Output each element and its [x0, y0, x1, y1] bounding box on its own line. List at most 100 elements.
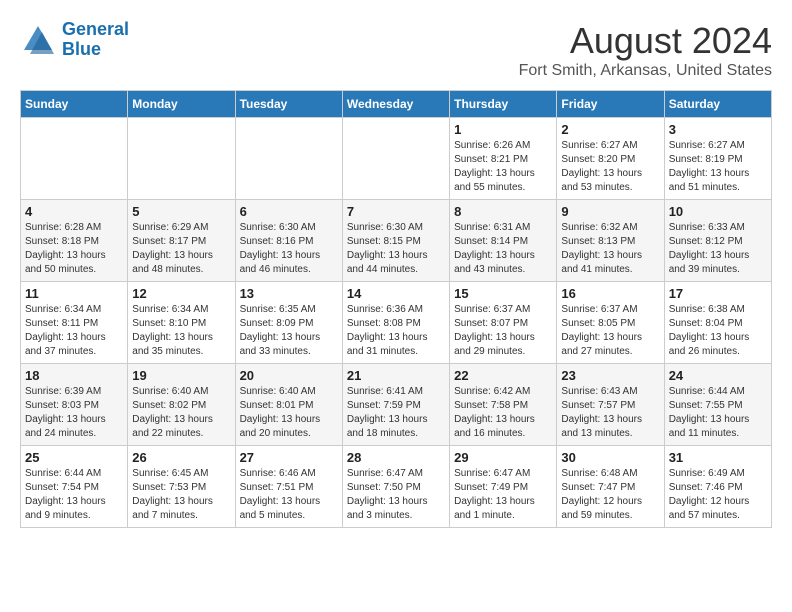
calendar-cell: 18Sunrise: 6:39 AM Sunset: 8:03 PM Dayli… — [21, 364, 128, 446]
day-info: Sunrise: 6:36 AM Sunset: 8:08 PM Dayligh… — [347, 303, 445, 359]
day-info: Sunrise: 6:43 AM Sunset: 7:57 PM Dayligh… — [561, 385, 659, 441]
day-info: Sunrise: 6:49 AM Sunset: 7:46 PM Dayligh… — [669, 467, 767, 523]
calendar-cell: 10 Sunrise: 6:33 AM Sunset: 8:12 PM Dayli… — [664, 200, 771, 282]
calendar-cell: 16 Sunrise: 6:37 AM Sunset: 8:05 PM Dayli… — [557, 282, 664, 364]
calendar-cell: 17 Sunrise: 6:38 AM Sunset: 8:04 PM Dayli… — [664, 282, 771, 364]
day-info: Sunrise: 6:47 AM Sunset: 7:49 PM Dayligh… — [454, 467, 552, 523]
day-info: Sunrise: 6:41 AM Sunset: 7:59 PM Dayligh… — [347, 385, 445, 441]
calendar-week-row: 18Sunrise: 6:39 AM Sunset: 8:03 PM Dayli… — [21, 364, 772, 446]
day-info: Sunrise: 6:45 AM Sunset: 7:53 PM Dayligh… — [132, 467, 230, 523]
day-info: Sunrise: 6:31 AM Sunset: 8:14 PM Dayligh… — [454, 221, 552, 277]
day-number: 30 — [561, 450, 659, 465]
day-info: Sunrise: 6:47 AM Sunset: 7:50 PM Dayligh… — [347, 467, 445, 523]
header-wednesday: Wednesday — [342, 91, 449, 118]
logo-line2: Blue — [62, 39, 101, 59]
day-number: 11 — [25, 286, 123, 301]
calendar-cell: 25Sunrise: 6:44 AM Sunset: 7:54 PM Dayli… — [21, 446, 128, 528]
day-number: 19 — [132, 368, 230, 383]
day-number: 2 — [561, 122, 659, 137]
logo-icon — [20, 22, 56, 58]
calendar-cell: 2 Sunrise: 6:27 AM Sunset: 8:20 PM Daylig… — [557, 118, 664, 200]
day-number: 16 — [561, 286, 659, 301]
calendar-cell: 26 Sunrise: 6:45 AM Sunset: 7:53 PM Dayli… — [128, 446, 235, 528]
day-info: Sunrise: 6:35 AM Sunset: 8:09 PM Dayligh… — [240, 303, 338, 359]
calendar-table: Sunday Monday Tuesday Wednesday Thursday… — [20, 90, 772, 528]
day-number: 21 — [347, 368, 445, 383]
calendar-subtitle: Fort Smith, Arkansas, United States — [519, 62, 772, 80]
day-info: Sunrise: 6:40 AM Sunset: 8:01 PM Dayligh… — [240, 385, 338, 441]
calendar-cell: 15Sunrise: 6:37 AM Sunset: 8:07 PM Dayli… — [450, 282, 557, 364]
day-info: Sunrise: 6:44 AM Sunset: 7:55 PM Dayligh… — [669, 385, 767, 441]
day-info: Sunrise: 6:38 AM Sunset: 8:04 PM Dayligh… — [669, 303, 767, 359]
day-number: 13 — [240, 286, 338, 301]
day-number: 29 — [454, 450, 552, 465]
day-info: Sunrise: 6:37 AM Sunset: 8:05 PM Dayligh… — [561, 303, 659, 359]
calendar-cell: 13 Sunrise: 6:35 AM Sunset: 8:09 PM Dayli… — [235, 282, 342, 364]
calendar-cell: 3 Sunrise: 6:27 AM Sunset: 8:19 PM Daylig… — [664, 118, 771, 200]
day-info: Sunrise: 6:27 AM Sunset: 8:19 PM Dayligh… — [669, 139, 767, 195]
day-number: 7 — [347, 204, 445, 219]
calendar-cell: 5 Sunrise: 6:29 AM Sunset: 8:17 PM Daylig… — [128, 200, 235, 282]
calendar-week-row: 25Sunrise: 6:44 AM Sunset: 7:54 PM Dayli… — [21, 446, 772, 528]
day-number: 12 — [132, 286, 230, 301]
day-number: 28 — [347, 450, 445, 465]
header-friday: Friday — [557, 91, 664, 118]
day-info: Sunrise: 6:27 AM Sunset: 8:20 PM Dayligh… — [561, 139, 659, 195]
day-info: Sunrise: 6:34 AM Sunset: 8:11 PM Dayligh… — [25, 303, 123, 359]
calendar-cell: 31 Sunrise: 6:49 AM Sunset: 7:46 PM Dayli… — [664, 446, 771, 528]
logo-line1: General — [62, 19, 129, 39]
day-number: 31 — [669, 450, 767, 465]
day-number: 10 — [669, 204, 767, 219]
header-saturday: Saturday — [664, 91, 771, 118]
logo-text: General Blue — [62, 20, 129, 60]
calendar-cell — [342, 118, 449, 200]
calendar-header-row: Sunday Monday Tuesday Wednesday Thursday… — [21, 91, 772, 118]
calendar-cell: 29 Sunrise: 6:47 AM Sunset: 7:49 PM Dayli… — [450, 446, 557, 528]
calendar-cell: 9Sunrise: 6:32 AM Sunset: 8:13 PM Daylig… — [557, 200, 664, 282]
header-monday: Monday — [128, 91, 235, 118]
day-number: 15 — [454, 286, 552, 301]
day-info: Sunrise: 6:29 AM Sunset: 8:17 PM Dayligh… — [132, 221, 230, 277]
day-number: 5 — [132, 204, 230, 219]
calendar-week-row: 11 Sunrise: 6:34 AM Sunset: 8:11 PM Dayli… — [21, 282, 772, 364]
header-sunday: Sunday — [21, 91, 128, 118]
day-number: 6 — [240, 204, 338, 219]
day-number: 26 — [132, 450, 230, 465]
calendar-cell: 27 Sunrise: 6:46 AM Sunset: 7:51 PM Dayli… — [235, 446, 342, 528]
day-info: Sunrise: 6:30 AM Sunset: 8:15 PM Dayligh… — [347, 221, 445, 277]
header-thursday: Thursday — [450, 91, 557, 118]
day-number: 27 — [240, 450, 338, 465]
calendar-cell: 6 Sunrise: 6:30 AM Sunset: 8:16 PM Daylig… — [235, 200, 342, 282]
calendar-week-row: 1Sunrise: 6:26 AM Sunset: 8:21 PM Daylig… — [21, 118, 772, 200]
day-info: Sunrise: 6:46 AM Sunset: 7:51 PM Dayligh… — [240, 467, 338, 523]
day-number: 23 — [561, 368, 659, 383]
day-number: 22 — [454, 368, 552, 383]
calendar-cell: 12Sunrise: 6:34 AM Sunset: 8:10 PM Dayli… — [128, 282, 235, 364]
calendar-cell: 24 Sunrise: 6:44 AM Sunset: 7:55 PM Dayli… — [664, 364, 771, 446]
calendar-cell: 22 Sunrise: 6:42 AM Sunset: 7:58 PM Dayli… — [450, 364, 557, 446]
calendar-cell: 1Sunrise: 6:26 AM Sunset: 8:21 PM Daylig… — [450, 118, 557, 200]
calendar-cell: 20 Sunrise: 6:40 AM Sunset: 8:01 PM Dayli… — [235, 364, 342, 446]
day-number: 3 — [669, 122, 767, 137]
day-info: Sunrise: 6:30 AM Sunset: 8:16 PM Dayligh… — [240, 221, 338, 277]
calendar-cell: 11 Sunrise: 6:34 AM Sunset: 8:11 PM Dayli… — [21, 282, 128, 364]
calendar-cell — [235, 118, 342, 200]
day-number: 17 — [669, 286, 767, 301]
day-info: Sunrise: 6:33 AM Sunset: 8:12 PM Dayligh… — [669, 221, 767, 277]
day-number: 9 — [561, 204, 659, 219]
calendar-cell: 19Sunrise: 6:40 AM Sunset: 8:02 PM Dayli… — [128, 364, 235, 446]
calendar-title: August 2024 — [519, 20, 772, 62]
day-number: 25 — [25, 450, 123, 465]
title-block: August 2024 Fort Smith, Arkansas, United… — [519, 20, 772, 80]
day-number: 1 — [454, 122, 552, 137]
day-number: 24 — [669, 368, 767, 383]
calendar-cell: 14Sunrise: 6:36 AM Sunset: 8:08 PM Dayli… — [342, 282, 449, 364]
calendar-cell: 21 Sunrise: 6:41 AM Sunset: 7:59 PM Dayli… — [342, 364, 449, 446]
logo: General Blue — [20, 20, 129, 60]
calendar-cell — [128, 118, 235, 200]
calendar-cell: 7 Sunrise: 6:30 AM Sunset: 8:15 PM Daylig… — [342, 200, 449, 282]
day-info: Sunrise: 6:42 AM Sunset: 7:58 PM Dayligh… — [454, 385, 552, 441]
calendar-cell: 30Sunrise: 6:48 AM Sunset: 7:47 PM Dayli… — [557, 446, 664, 528]
day-info: Sunrise: 6:28 AM Sunset: 8:18 PM Dayligh… — [25, 221, 123, 277]
day-number: 20 — [240, 368, 338, 383]
